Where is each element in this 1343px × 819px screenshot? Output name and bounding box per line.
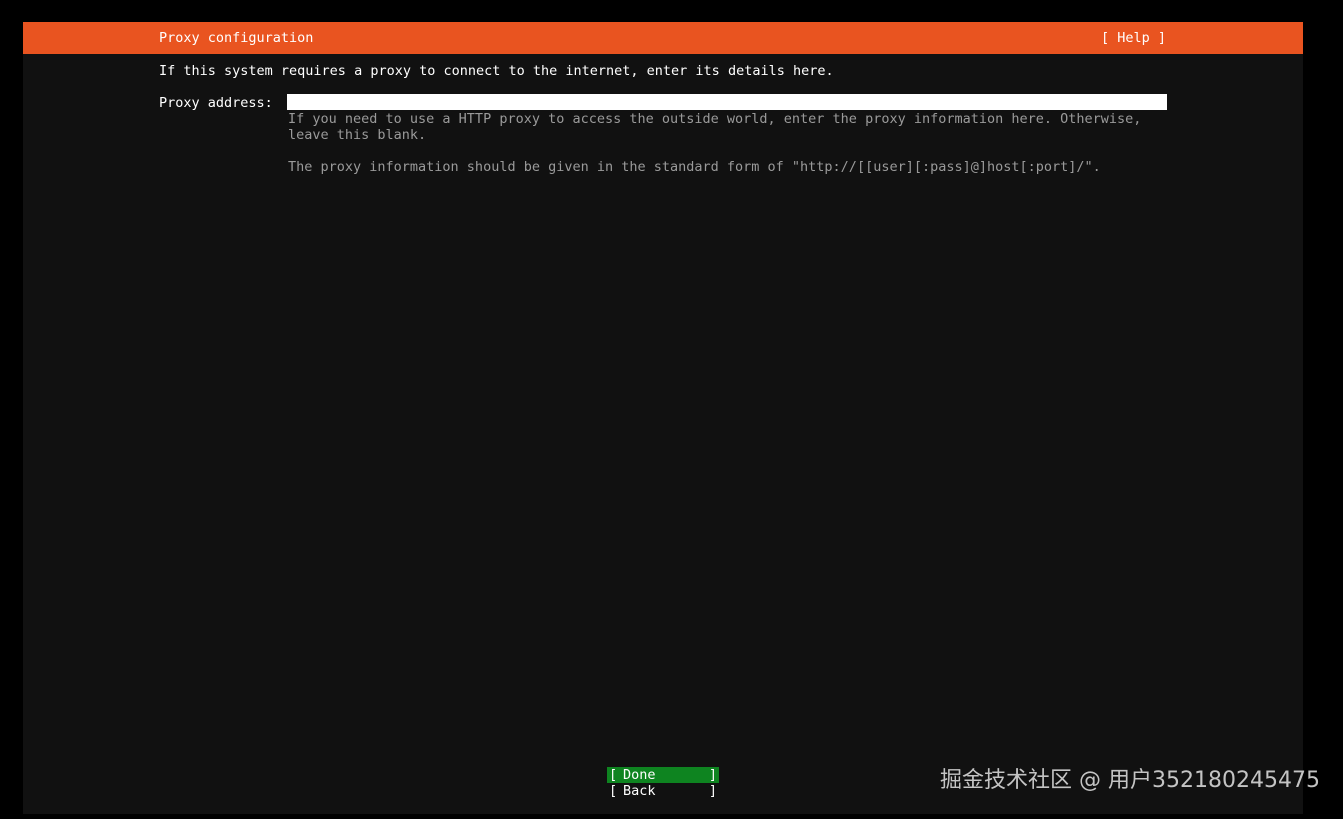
back-bracket-left: [ — [609, 783, 618, 799]
back-label: Back — [623, 783, 656, 799]
header-bar: Proxy configuration [ Help ] — [23, 22, 1303, 54]
back-button[interactable]: [ Back ] — [607, 783, 719, 799]
page-title: Proxy configuration — [159, 30, 314, 46]
proxy-help-text: If you need to use a HTTP proxy to acces… — [288, 111, 1142, 143]
done-label: Done — [623, 767, 656, 783]
done-button[interactable]: [ Done ] — [607, 767, 719, 783]
proxy-address-label: Proxy address: — [159, 95, 273, 111]
installer-screen: Proxy configuration [ Help ] If this sys… — [23, 22, 1303, 814]
proxy-address-input[interactable] — [287, 94, 1167, 110]
back-bracket-right: ] — [708, 783, 717, 799]
proxy-format-help-text: The proxy information should be given in… — [288, 159, 1101, 175]
watermark: 掘金技术社区 @ 用户352180245475 — [940, 768, 1320, 793]
done-bracket-left: [ — [609, 767, 618, 783]
done-bracket-right: ] — [708, 767, 717, 783]
intro-text: If this system requires a proxy to conne… — [159, 63, 834, 79]
help-button[interactable]: [ Help ] — [1101, 22, 1166, 54]
